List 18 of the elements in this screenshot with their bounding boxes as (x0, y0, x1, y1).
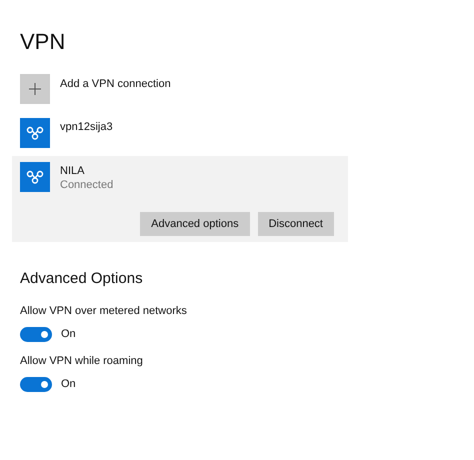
plus-icon (20, 74, 50, 104)
option-label: Allow VPN while roaming (20, 354, 143, 368)
action-button[interactable]: Advanced options (140, 212, 250, 236)
connection-name: vpn12sija3 (60, 120, 113, 134)
section-heading: Advanced Options (20, 269, 143, 289)
toggle-state: On (61, 377, 76, 392)
toggle-switch[interactable] (20, 326, 52, 342)
toggle-switch[interactable] (20, 376, 52, 392)
add-vpn-button[interactable]: Add a VPN connection (20, 74, 171, 104)
connection-name: NILA (60, 164, 86, 178)
option-label: Allow VPN over metered networks (20, 304, 187, 318)
vpn-icon (20, 118, 50, 148)
action-button[interactable]: Disconnect (258, 212, 334, 236)
connection-status: Connected (60, 178, 114, 192)
page-title: VPN (20, 28, 66, 56)
toggle-state: On (61, 327, 76, 342)
vpn-connection-item[interactable]: NILA Connected Advanced options Disconnect (12, 156, 348, 242)
vpn-icon (20, 162, 50, 192)
